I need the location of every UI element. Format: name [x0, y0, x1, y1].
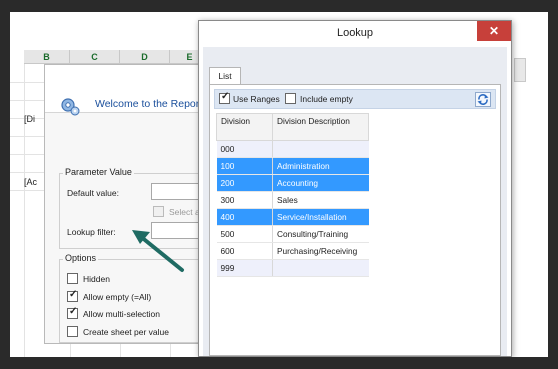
column-header-d[interactable]: D [120, 50, 170, 64]
close-button[interactable]: ✕ [477, 21, 511, 41]
division-code: 500 [216, 225, 273, 243]
wizard-title: Welcome to the Repor [95, 98, 200, 110]
table-row[interactable]: 100 Administration [216, 157, 369, 175]
division-description: Purchasing/Receiving [272, 242, 369, 260]
table-row[interactable]: 200 Accounting [216, 174, 369, 192]
tab-list[interactable]: List [209, 67, 241, 85]
include-empty-label: Include empty [300, 94, 353, 104]
division-description: Service/Installation [272, 208, 369, 226]
refresh-icon [477, 94, 489, 105]
lookup-titlebar[interactable]: Lookup ✕ [199, 21, 511, 45]
division-description [272, 140, 369, 158]
lookup-toolbar: ✓ Use Ranges Include empty [214, 89, 496, 109]
lookup-title: Lookup [336, 27, 374, 39]
parameter-value-title: Parameter Value [63, 167, 134, 177]
lookup-window: Lookup ✕ List ✓ Use Ranges Include empty [198, 20, 512, 357]
default-value-label: Default value: [67, 188, 119, 198]
checkmark-icon: ✓ [69, 306, 78, 317]
annotation-arrow-icon [132, 230, 184, 272]
hidden-label: Hidden [83, 274, 110, 284]
division-description: Sales [272, 191, 369, 209]
column-header-c[interactable]: C [70, 50, 120, 64]
cell-account-label[interactable]: [Ac [24, 177, 37, 187]
division-code: 400 [216, 208, 273, 226]
table-row[interactable]: 600 Purchasing/Receiving [216, 242, 369, 260]
division-code: 999 [216, 259, 273, 277]
checkmark-icon: ✓ [221, 91, 230, 102]
column-header-division[interactable]: Division [216, 113, 273, 141]
division-code: 200 [216, 174, 273, 192]
table-row[interactable]: 000 [216, 140, 369, 158]
use-ranges-label: Use Ranges [233, 94, 280, 104]
table-row[interactable]: 400 Service/Installation [216, 208, 369, 226]
division-code: 100 [216, 157, 273, 175]
table-row[interactable]: 999 [216, 259, 369, 277]
hidden-checkbox[interactable] [67, 273, 78, 284]
refresh-button[interactable] [475, 92, 491, 107]
include-empty-checkbox[interactable] [285, 93, 296, 104]
column-header-description[interactable]: Division Description [272, 113, 369, 141]
division-description: Consulting/Training [272, 225, 369, 243]
cell-division-label[interactable]: [Di [24, 114, 35, 124]
grid-line [24, 64, 25, 357]
select-all-checkbox[interactable] [153, 206, 164, 217]
division-table: Division Division Description 000 100 Ad… [216, 113, 369, 277]
allow-empty-checkbox[interactable]: ✓ [67, 289, 78, 302]
scrollbar-thumb[interactable] [514, 58, 526, 82]
division-description: Accounting [272, 174, 369, 192]
lookup-filter-label: Lookup filter: [67, 227, 116, 237]
options-title: Options [63, 253, 99, 263]
screenshot-canvas: B C D E [Di [Ac Welcome to the Repor Par… [10, 12, 548, 357]
division-description: Administration [272, 157, 369, 175]
gears-icon [61, 98, 80, 116]
checkmark-icon: ✓ [69, 289, 78, 300]
screenshot-frame: B C D E [Di [Ac Welcome to the Repor Par… [0, 0, 558, 369]
table-row[interactable]: 300 Sales [216, 191, 369, 209]
division-description [272, 259, 369, 277]
allow-multi-selection-checkbox[interactable]: ✓ [67, 306, 78, 319]
sheet-right-strip [512, 52, 548, 357]
allow-multi-selection-label: Allow multi-selection [83, 309, 160, 319]
create-sheet-label: Create sheet per value [83, 327, 169, 337]
table-row[interactable]: 500 Consulting/Training [216, 225, 369, 243]
list-tab-panel: ✓ Use Ranges Include empty Division Divi… [209, 84, 501, 356]
division-code: 000 [216, 140, 273, 158]
division-code: 600 [216, 242, 273, 260]
column-header-b[interactable]: B [24, 50, 70, 64]
allow-empty-label: Allow empty (=All) [83, 292, 152, 302]
create-sheet-checkbox[interactable] [67, 326, 78, 337]
lookup-body: List ✓ Use Ranges Include empty Division… [203, 47, 507, 356]
division-code: 300 [216, 191, 273, 209]
use-ranges-checkbox[interactable]: ✓ [219, 91, 230, 104]
